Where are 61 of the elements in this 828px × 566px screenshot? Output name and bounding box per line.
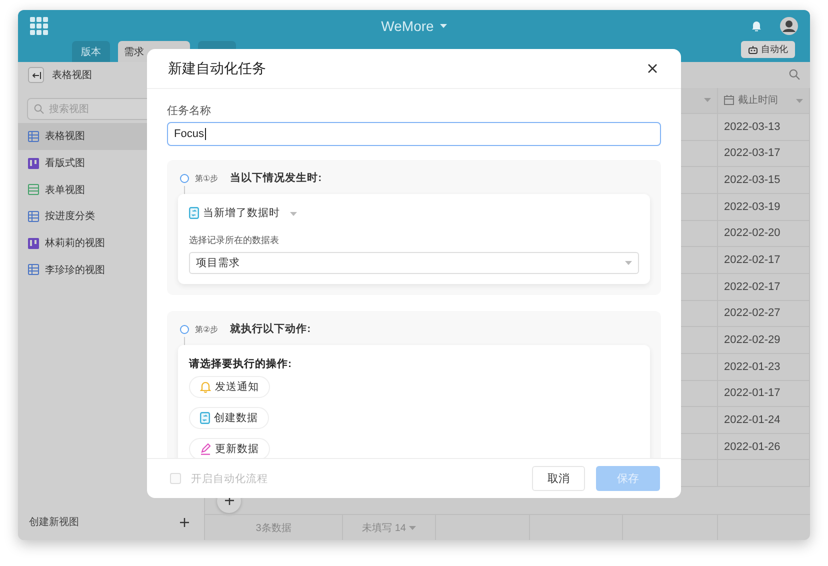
avatar[interactable]	[780, 16, 798, 34]
action-prompt: 请选择要执行的操作:	[189, 357, 292, 371]
record-count: 3条数据	[205, 515, 343, 540]
caret-icon	[440, 24, 447, 28]
table-cell: 2022-02-17	[718, 247, 810, 274]
board-icon	[28, 238, 39, 249]
dialog-title: 新建自动化任务	[168, 60, 266, 78]
step-dot	[180, 324, 189, 334]
collapse-button[interactable]	[28, 67, 44, 83]
collapse-icon	[32, 72, 40, 78]
table-cell: 2022-03-13	[718, 114, 810, 141]
table-cell: 2022-03-15	[718, 167, 810, 194]
field-label: 选择记录所在的数据表	[189, 234, 280, 247]
table-cell: 2022-01-23	[718, 354, 810, 380]
sidebar-title: 表格视图	[52, 68, 92, 82]
data-sheet-icon	[189, 207, 199, 219]
action-button[interactable]: 创建数据	[189, 407, 269, 429]
table-cell: 2022-02-27	[718, 300, 810, 328]
caret-icon	[704, 98, 711, 102]
caret-icon	[408, 526, 416, 530]
table-cell: 2022-01-17	[718, 380, 810, 408]
plus-icon	[224, 496, 234, 506]
cancel-button[interactable]: 取消	[532, 466, 585, 491]
calendar-icon	[724, 95, 734, 106]
form-icon	[28, 184, 39, 196]
enable-checkbox: 开启自动化流程	[170, 472, 268, 486]
apps-grid-icon[interactable]	[30, 16, 48, 34]
caret-icon	[290, 212, 297, 216]
caret-icon	[796, 98, 803, 103]
action-button[interactable]: 发送通知	[189, 376, 270, 398]
automation-button[interactable]: 自动化	[741, 41, 795, 58]
table-cell: 2022-02-20	[718, 220, 810, 248]
table-cell: 2022-02-17	[718, 274, 810, 301]
table-select[interactable]: 项目需求	[189, 252, 639, 274]
grid-icon	[28, 130, 39, 142]
step-number: 第①步	[195, 172, 218, 184]
bell-icon[interactable]	[751, 20, 762, 32]
create-view-link[interactable]: 创建新视图	[29, 515, 79, 529]
grid-icon	[28, 264, 39, 276]
search-icon	[34, 104, 44, 114]
table-cell: 2022-01-24	[718, 407, 810, 434]
pencil-icon	[200, 443, 211, 455]
table-cell: 2022-02-29	[718, 327, 810, 354]
close-button[interactable]	[648, 64, 657, 73]
task-name-field[interactable]: Focus	[167, 122, 661, 146]
step-heading: 就执行以下动作:	[230, 322, 311, 336]
board-icon	[28, 158, 39, 169]
search-icon[interactable]	[789, 69, 800, 80]
add-view-icon	[180, 518, 189, 526]
data-sheet-icon	[200, 412, 210, 424]
caret-icon	[625, 261, 632, 265]
bell-icon	[200, 381, 211, 393]
robot-icon	[748, 45, 758, 54]
table-cell: 2022-01-26	[718, 434, 810, 460]
grid-icon	[28, 210, 39, 222]
table-cell: 2022-03-19	[718, 194, 810, 221]
step-number: 第②步	[195, 324, 218, 334]
step-dot	[180, 174, 189, 182]
table-cell: 2022-03-17	[718, 140, 810, 168]
action-button[interactable]: 更新数据	[189, 438, 270, 458]
step-heading: 当以下情况发生时:	[230, 171, 322, 185]
